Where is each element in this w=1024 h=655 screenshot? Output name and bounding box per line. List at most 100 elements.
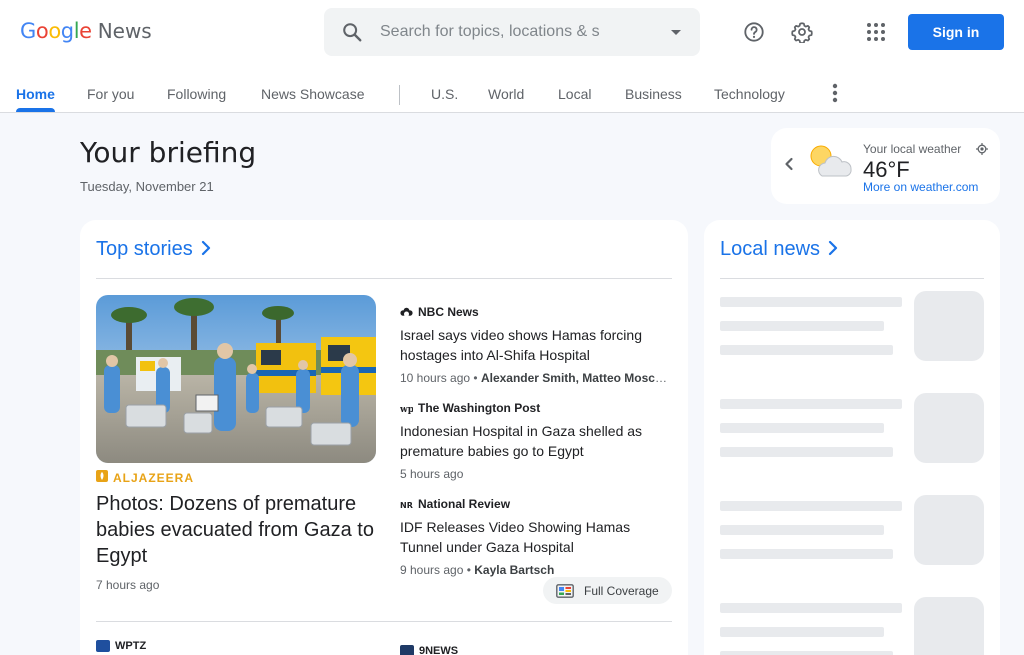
story-source: NBC News: [400, 304, 672, 320]
story-source[interactable]: WPTZ: [96, 640, 146, 652]
weather-widget: Your local weather 46°F More on weather.…: [771, 128, 1000, 204]
section-tabs: Home For you Following News Showcase U.S…: [0, 78, 1024, 112]
story-timestamp: 5 hours ago: [400, 467, 464, 481]
search-input[interactable]: [380, 23, 650, 41]
skeleton-line: [720, 627, 884, 637]
story-source-name: WPTZ: [115, 640, 147, 652]
full-coverage-label: Full Coverage: [584, 583, 659, 598]
chevron-right-icon: [199, 239, 213, 262]
tab-home[interactable]: Home: [16, 86, 55, 102]
partly-cloudy-icon: [806, 142, 856, 187]
story-source-name: 9NEWS: [419, 645, 459, 655]
skeleton-line: [720, 603, 902, 613]
wptz-logo-icon: [96, 640, 110, 652]
skeleton-line: [720, 447, 893, 457]
hero-story-image[interactable]: [96, 295, 376, 463]
hero-headline[interactable]: Photos: Dozens of premature babies evacu…: [96, 491, 376, 569]
story-meta: 10 hours ago • Alexander Smith, Matteo M…: [400, 371, 672, 385]
logo-product-name: News: [97, 19, 152, 43]
logo-letter: o: [48, 19, 61, 43]
active-tab-indicator: [16, 108, 55, 112]
aljazeera-logo-icon: [96, 469, 108, 487]
briefing-date: Tuesday, November 21: [80, 179, 214, 194]
search-icon[interactable]: [324, 8, 380, 56]
list-item[interactable]: wp The Washington Post Indonesian Hospit…: [400, 400, 672, 481]
story-headline[interactable]: IDF Releases Video Showing Hamas Tunnel …: [400, 517, 672, 557]
skeleton-thumbnail: [914, 393, 984, 463]
page-title: Your briefing: [80, 136, 257, 169]
divider: [96, 278, 672, 279]
skeleton-line: [720, 549, 893, 559]
story-timestamp: 9 hours ago: [400, 563, 464, 577]
svg-text:wp: wp: [400, 405, 413, 414]
location-icon[interactable]: [976, 142, 988, 160]
9news-logo-icon: [400, 645, 414, 655]
more-vert-icon[interactable]: [823, 81, 847, 105]
full-coverage-icon: [556, 583, 574, 598]
skeleton-thumbnail: [914, 495, 984, 565]
top-stories-heading-label: Top stories: [96, 238, 193, 260]
tab-for-you[interactable]: For you: [87, 86, 134, 102]
top-stories-card: Top stories ALJAZEERA Photos: Dozens of …: [80, 220, 688, 655]
search-bar: [324, 8, 700, 56]
skeleton-thumbnail: [914, 291, 984, 361]
google-news-logo[interactable]: Google News: [20, 19, 152, 43]
story-source: NR National Review: [400, 496, 672, 512]
hero-source-name: ALJAZEERA: [113, 471, 195, 485]
story-source-name: National Review: [418, 497, 511, 511]
story-source: wp The Washington Post: [400, 400, 672, 416]
weather-label: Your local weather: [863, 142, 962, 156]
logo-letter: G: [20, 19, 36, 43]
list-item[interactable]: NBC News Israel says video shows Hamas f…: [400, 304, 672, 385]
full-coverage-button[interactable]: Full Coverage: [543, 577, 672, 604]
chevron-left-icon[interactable]: [781, 156, 797, 177]
skeleton-line: [720, 321, 884, 331]
hero-source[interactable]: ALJAZEERA: [96, 469, 194, 487]
top-bar: Google News Sign in Home For you Followi…: [0, 0, 1024, 113]
story-source-name: The Washington Post: [418, 401, 541, 415]
dropdown-arrow-icon[interactable]: [668, 24, 684, 45]
skeleton-line: [720, 297, 902, 307]
local-news-heading[interactable]: Local news: [720, 237, 840, 262]
help-icon[interactable]: [734, 12, 774, 52]
tab-business[interactable]: Business: [625, 86, 682, 102]
logo-letter: g: [60, 19, 74, 43]
logo-letter: o: [35, 19, 49, 43]
tab-news-showcase[interactable]: News Showcase: [261, 86, 365, 102]
apps-icon[interactable]: [856, 12, 896, 52]
logo-letter: e: [79, 19, 92, 43]
svg-text:NR: NR: [400, 501, 413, 510]
local-news-card: Local news: [704, 220, 1000, 655]
skeleton-line: [720, 651, 893, 655]
story-meta: 5 hours ago: [400, 467, 672, 481]
story-meta: 9 hours ago • Kayla Bartsch: [400, 563, 555, 577]
hero-timestamp: 7 hours ago: [96, 578, 160, 592]
tab-divider: [399, 85, 400, 105]
tab-us[interactable]: U.S.: [431, 86, 458, 102]
skeleton-line: [720, 501, 902, 511]
national-review-logo-icon: NR: [400, 501, 413, 510]
story-authors: Alexander Smith, Matteo Mosch...: [480, 371, 672, 385]
list-item[interactable]: NR National Review IDF Releases Video Sh…: [400, 496, 672, 577]
sign-in-button[interactable]: Sign in: [908, 14, 1004, 50]
divider: [720, 278, 984, 279]
washington-post-logo-icon: wp: [400, 405, 413, 414]
nbc-logo-icon: [400, 307, 413, 317]
tab-following[interactable]: Following: [167, 86, 226, 102]
story-headline[interactable]: Israel says video shows Hamas forcing ho…: [400, 325, 672, 365]
story-authors: Kayla Bartsch: [474, 563, 555, 577]
local-news-heading-label: Local news: [720, 238, 821, 260]
tab-technology[interactable]: Technology: [714, 86, 785, 102]
tab-local[interactable]: Local: [558, 86, 591, 102]
skeleton-line: [720, 399, 902, 409]
skeleton-line: [720, 525, 884, 535]
story-source-name: NBC News: [418, 305, 479, 319]
tab-world[interactable]: World: [488, 86, 524, 102]
story-source[interactable]: 9NEWS: [400, 645, 458, 655]
weather-link[interactable]: More on weather.com: [863, 180, 978, 194]
skeleton-line: [720, 345, 893, 355]
settings-icon[interactable]: [782, 12, 822, 52]
top-stories-heading[interactable]: Top stories: [96, 237, 213, 262]
story-headline[interactable]: Indonesian Hospital in Gaza shelled as p…: [400, 421, 672, 461]
skeleton-line: [720, 423, 884, 433]
